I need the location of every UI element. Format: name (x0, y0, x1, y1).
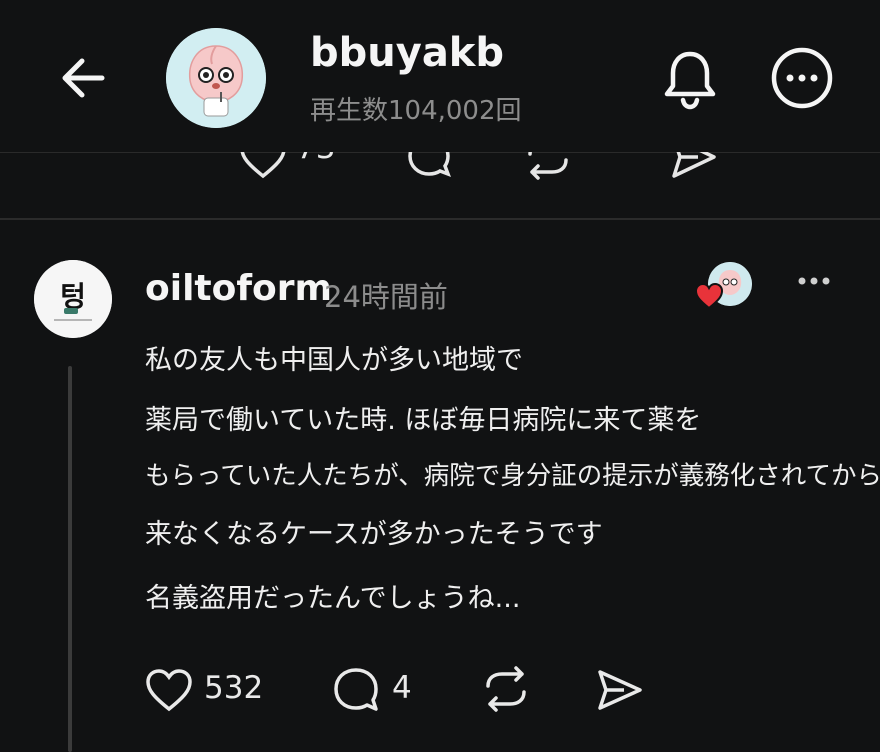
profile-username[interactable]: bbuyakb (310, 30, 504, 76)
bell-icon[interactable] (660, 48, 720, 112)
heart-badge-icon (694, 282, 724, 310)
comment-line-1: 私の友人も中国人が多い地域で (145, 345, 523, 376)
share-send-icon[interactable] (594, 666, 646, 714)
play-count: 再生数104,002回 (310, 96, 522, 126)
reply-icon[interactable] (330, 665, 382, 715)
profile-avatar[interactable] (166, 28, 266, 128)
thread-line (68, 366, 72, 752)
comment-line-4: 来なくなるケースが多かったそうです (145, 519, 603, 550)
like-count: 532 (204, 670, 264, 706)
comment-line-5: 名義盗用だったんでしょうね... (145, 583, 521, 614)
back-arrow-icon[interactable] (58, 52, 110, 104)
comment-more-icon[interactable] (794, 270, 834, 292)
comment-line-3: もらっていた人たちが、病院で身分証の提示が義務化されてから (145, 461, 880, 491)
comment-author[interactable]: oiltoform (145, 268, 332, 309)
comment-timestamp: 24時間前 (324, 280, 448, 314)
reply-count: 4 (392, 670, 412, 706)
comment-author-avatar[interactable]: 텅 (34, 260, 112, 338)
top-bar: bbuyakb 再生数104,002回 (0, 0, 880, 152)
more-circle-icon[interactable] (770, 46, 834, 110)
repost-icon[interactable] (478, 664, 534, 714)
post-divider (0, 218, 880, 220)
like-heart-icon[interactable] (144, 667, 194, 713)
comment-line-2: 薬局で働いていた時. ほぼ毎日病院に来て薬を (145, 405, 702, 436)
